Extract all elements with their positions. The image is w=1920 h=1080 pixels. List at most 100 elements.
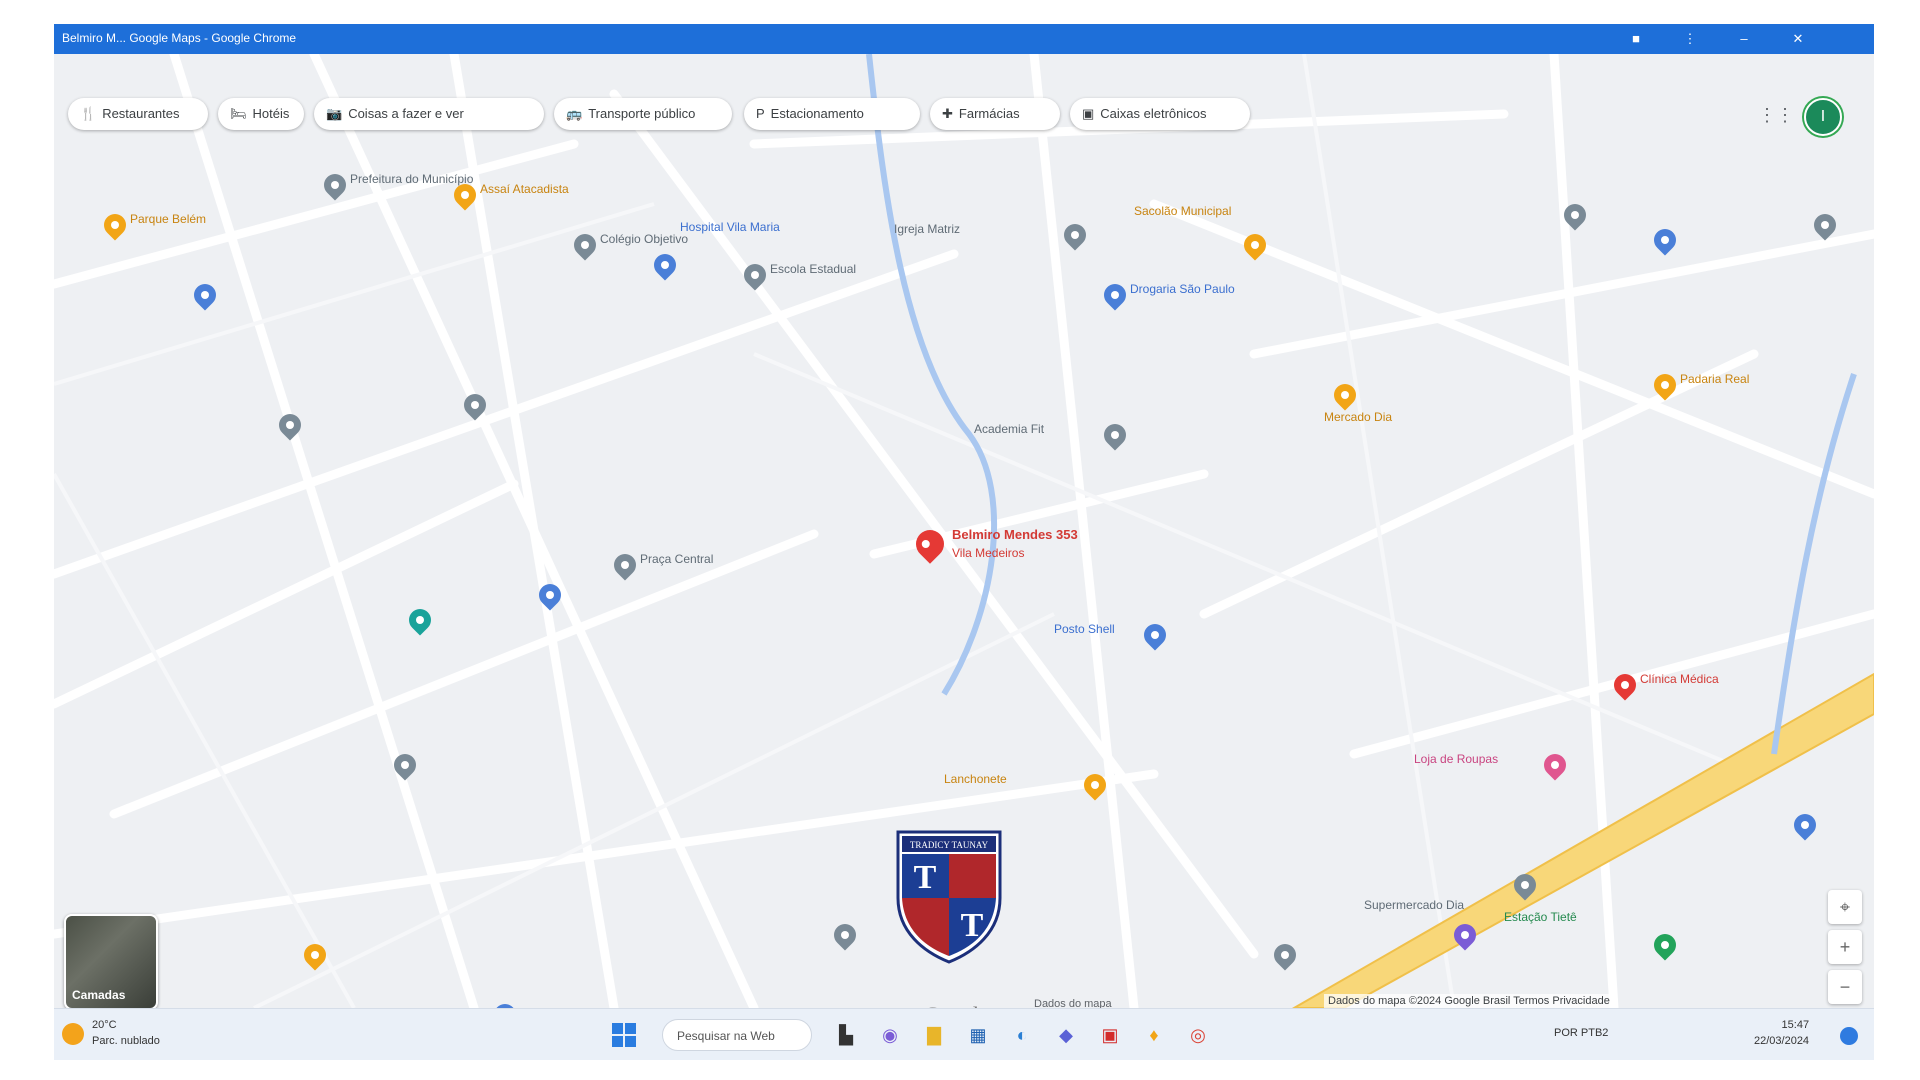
extension-icon[interactable]: ■ xyxy=(1626,29,1646,49)
selected-pin-icon xyxy=(910,524,950,564)
place-pin[interactable]: Padaria Real xyxy=(1649,369,1749,401)
restaurant-pin-icon xyxy=(1079,769,1111,801)
teams-icon[interactable]: ◆ xyxy=(1050,1019,1082,1051)
bakery-pin-icon xyxy=(1649,369,1681,401)
place-pin[interactable]: Hospital Vila Maria xyxy=(649,220,780,281)
place-pin-icon xyxy=(829,919,861,951)
place-pin[interactable] xyxy=(189,279,221,311)
school-pin-icon xyxy=(739,259,771,291)
chip-atms[interactable]: ▣ Caixas eletrônicos xyxy=(1070,98,1250,130)
selected-place-sublabel: Vila Medeiros xyxy=(952,546,1025,560)
fork-knife-icon: 🍴 xyxy=(80,106,97,121)
place-pin-icon xyxy=(1559,199,1591,231)
place-pin[interactable]: Posto Shell xyxy=(1054,619,1171,651)
place-pin[interactable] xyxy=(1269,939,1301,971)
hotel-icon: 🛏 xyxy=(230,106,247,121)
chip-pharmacies[interactable]: ✚ Farmácias xyxy=(930,98,1060,130)
place-pin[interactable]: Assaí Atacadista xyxy=(449,179,569,211)
store-icon[interactable]: ▦ xyxy=(962,1019,994,1051)
place-pin-icon xyxy=(1789,809,1821,841)
selected-place-label: Belmiro Mendes 353 xyxy=(952,527,1078,542)
weather-widget[interactable]: 20°C Parc. nublado xyxy=(92,1017,160,1049)
taskbar-clock[interactable]: 15:47 22/03/2024 xyxy=(1754,1017,1809,1049)
chip-hotels[interactable]: 🛏 Hotéis xyxy=(218,98,304,130)
maps-icon[interactable]: ♦ xyxy=(1138,1019,1170,1051)
place-pin[interactable]: Prefeitura do Município xyxy=(319,169,473,201)
place-pin[interactable] xyxy=(459,389,491,421)
window-title: Belmiro M... Google Maps - Google Chrome xyxy=(62,31,297,45)
zoom-in-button[interactable]: + xyxy=(1828,930,1862,964)
place-pin[interactable]: Loja de Roupas xyxy=(1414,749,1571,781)
map-data-caption: Dados do mapa xyxy=(1034,998,1112,1008)
place-pin[interactable]: Colégio Objetivo xyxy=(569,229,688,261)
place-pin[interactable]: Lanchonete xyxy=(944,769,1111,801)
system-tray[interactable]: POR PTB2 xyxy=(1554,1027,1608,1039)
place-pin[interactable] xyxy=(1649,224,1681,256)
chat-icon[interactable]: ◉ xyxy=(874,1019,906,1051)
selected-place-pin[interactable]: Belmiro Mendes 353 Vila Medeiros xyxy=(910,524,1078,564)
place-pin[interactable] xyxy=(1449,919,1481,951)
attractions-icon: 📷 xyxy=(326,106,343,121)
place-pin[interactable]: Clínica Médica xyxy=(1609,669,1719,701)
edge-icon[interactable]: ◐ xyxy=(1006,1019,1038,1051)
shopping-pin-icon xyxy=(1539,749,1571,781)
chip-parking[interactable]: P Estacionamento xyxy=(744,98,920,130)
place-pin[interactable] xyxy=(829,919,861,951)
place-pin[interactable] xyxy=(1809,209,1841,241)
weather-temp: 20°C xyxy=(92,1019,117,1031)
file-explorer-icon[interactable]: ▇ xyxy=(918,1019,950,1051)
place-pin[interactable] xyxy=(1789,809,1821,841)
place-pin[interactable] xyxy=(389,749,421,781)
windows-start-icon[interactable] xyxy=(610,1021,638,1049)
place-pin-icon xyxy=(299,939,331,971)
google-apps-icon[interactable]: ⋮⋮ xyxy=(1758,104,1794,126)
transit-icon: 🚌 xyxy=(566,106,583,121)
place-pin-icon xyxy=(189,279,221,311)
menu-icon[interactable]: ⋮ xyxy=(1680,29,1700,49)
weather-sun-icon[interactable] xyxy=(62,1023,84,1045)
place-pin[interactable]: Sacolão Municipal xyxy=(1134,204,1271,261)
notification-icon[interactable] xyxy=(1840,1027,1858,1045)
place-pin[interactable]: Academia Fit xyxy=(974,419,1131,451)
place-pin[interactable]: Praça Central xyxy=(609,549,713,581)
taskbar: 20°C Parc. nublado Pesquisar na Web ▙ ◉ … xyxy=(54,1008,1874,1060)
place-pin-icon xyxy=(389,749,421,781)
minimize-icon[interactable]: – xyxy=(1734,29,1754,49)
zoom-out-button[interactable]: − xyxy=(1828,970,1862,1004)
place-pin[interactable] xyxy=(1559,199,1591,231)
chip-restaurants[interactable]: 🍴 Restaurantes xyxy=(68,98,208,130)
place-pin[interactable] xyxy=(404,604,436,636)
highway-road xyxy=(1291,672,1874,1008)
park-pin-icon xyxy=(99,209,131,241)
taskbar-search[interactable]: Pesquisar na Web xyxy=(662,1019,812,1051)
task-view-icon[interactable]: ▙ xyxy=(830,1019,862,1051)
place-pin[interactable]: Escola Estadual xyxy=(739,259,856,291)
place-pin-icon xyxy=(319,169,351,201)
place-pin[interactable]: Parque Belém xyxy=(99,209,206,241)
place-pin[interactable]: Igreja Matriz xyxy=(894,219,1091,251)
close-icon[interactable]: ✕ xyxy=(1788,29,1808,49)
chrome-icon[interactable]: ◎ xyxy=(1182,1019,1214,1051)
map-canvas[interactable]: Prefeitura do Município Assaí Atacadista… xyxy=(54,54,1874,1008)
pharmacy-pin-icon xyxy=(1099,279,1131,311)
place-pin[interactable]: Supermercado Dia xyxy=(1364,869,1541,912)
pdf-reader-icon[interactable]: ▣ xyxy=(1094,1019,1126,1051)
place-pin[interactable]: Drogaria São Paulo xyxy=(1099,279,1235,311)
account-avatar[interactable]: I xyxy=(1804,98,1842,136)
my-location-icon[interactable]: ⌖ xyxy=(1828,890,1862,924)
clock-time: 15:47 xyxy=(1781,1019,1810,1031)
chip-transit[interactable]: 🚌 Transporte público xyxy=(554,98,732,130)
place-pin[interactable]: Estação Tietê xyxy=(1504,910,1681,961)
grocery-pin-icon xyxy=(1239,229,1271,261)
layers-button[interactable]: Camadas xyxy=(64,914,158,1008)
gym-pin-icon xyxy=(1099,419,1131,451)
weather-desc: Parc. nublado xyxy=(92,1035,160,1047)
chip-things-to-do[interactable]: 📷 Coisas a fazer e ver xyxy=(314,98,544,130)
place-pin[interactable] xyxy=(274,409,306,441)
atm-icon: ▣ xyxy=(1082,106,1095,121)
place-pin-icon xyxy=(1449,919,1481,951)
place-pin[interactable] xyxy=(299,939,331,971)
place-pin[interactable] xyxy=(534,579,566,611)
map-attribution[interactable]: Dados do mapa ©2024 Google Brasil Termos… xyxy=(1324,994,1614,1008)
place-pin[interactable]: Mercado Dia xyxy=(1324,379,1392,424)
